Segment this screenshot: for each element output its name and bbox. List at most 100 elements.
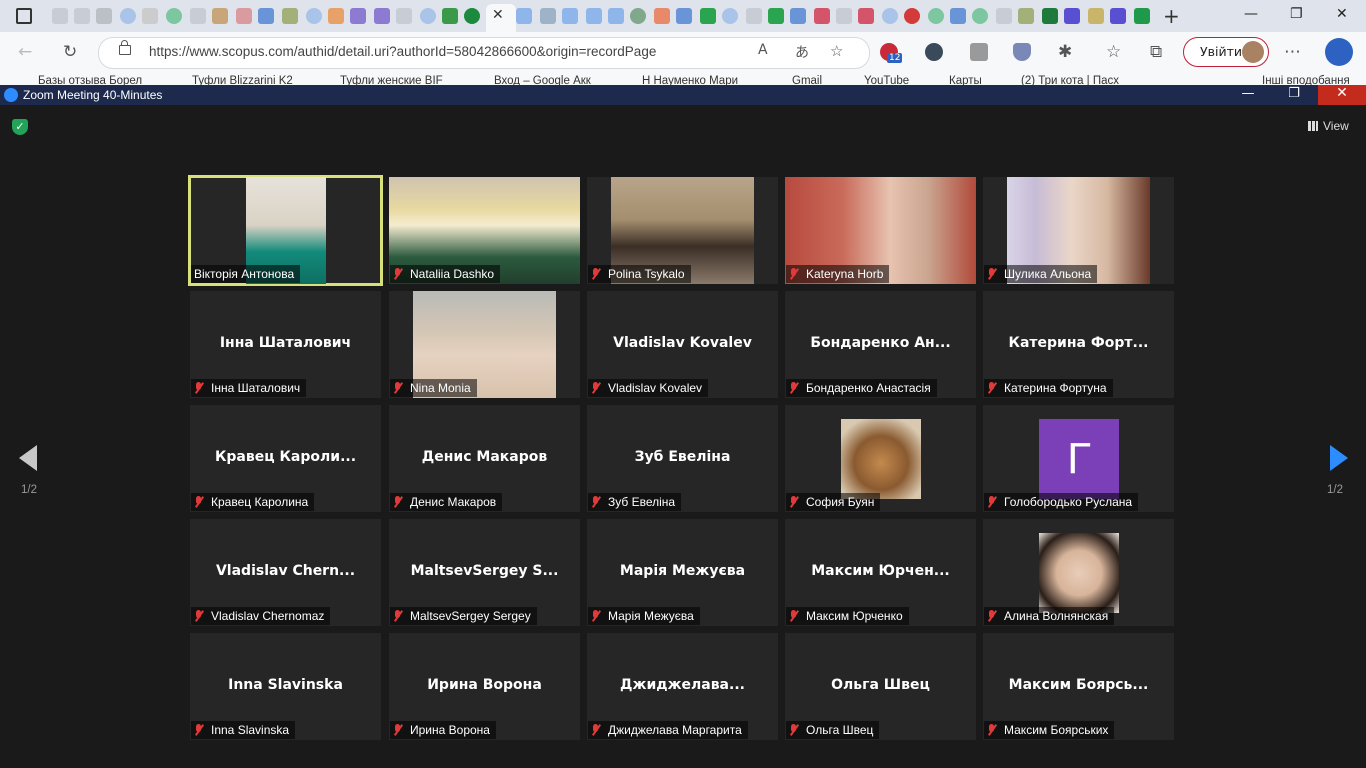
- tab-favicon[interactable]: [904, 8, 920, 24]
- tab-favicon[interactable]: [142, 8, 158, 24]
- view-button[interactable]: View: [1308, 119, 1349, 133]
- participant-tile[interactable]: Джиджелава... Джиджелава Маргарита: [587, 633, 778, 740]
- participant-tile[interactable]: Шулика Альона: [983, 177, 1174, 284]
- tab-favicon[interactable]: [654, 8, 670, 24]
- tab-favicon[interactable]: [442, 8, 458, 24]
- extension-icon[interactable]: [970, 43, 988, 61]
- read-aloud-icon[interactable]: A: [758, 42, 768, 58]
- tab-favicon[interactable]: [1134, 8, 1150, 24]
- participant-tile[interactable]: Vladislav Kovalev Vladislav Kovalev: [587, 291, 778, 398]
- bing-copilot-icon[interactable]: [1325, 38, 1353, 66]
- participant-tile[interactable]: Nataliia Dashko: [389, 177, 580, 284]
- tab-favicon[interactable]: [282, 8, 298, 24]
- bookmark-item[interactable]: (2) Три кота | Пасх: [1021, 75, 1119, 85]
- participant-tile[interactable]: София Буян: [785, 405, 976, 512]
- tab-favicon[interactable]: [350, 8, 366, 24]
- tab-favicon[interactable]: [814, 8, 830, 24]
- tab-favicon[interactable]: [374, 8, 390, 24]
- participant-tile[interactable]: Inna Slavinska Inna Slavinska: [190, 633, 381, 740]
- bookmark-item[interactable]: Н Науменко Мари: [642, 75, 738, 85]
- tab-favicon[interactable]: [1042, 8, 1058, 24]
- tab-favicon[interactable]: [768, 8, 784, 24]
- bookmark-item[interactable]: Вход – Google Акк: [494, 75, 591, 85]
- participant-tile[interactable]: Алина Волнянская: [983, 519, 1174, 626]
- shield-extension-icon[interactable]: [1013, 43, 1031, 61]
- tab-favicon[interactable]: [52, 8, 68, 24]
- bookmark-item[interactable]: Карты: [949, 75, 982, 85]
- extensions-icon[interactable]: ✱: [1058, 42, 1072, 62]
- tab-favicon[interactable]: [420, 8, 436, 24]
- restore-window-icon[interactable]: ❐: [1290, 6, 1303, 22]
- more-menu-icon[interactable]: ⋯: [1284, 42, 1301, 62]
- tab-favicon[interactable]: [1088, 8, 1104, 24]
- tab-favicon[interactable]: [950, 8, 966, 24]
- tab-favicon[interactable]: [676, 8, 692, 24]
- refresh-icon[interactable]: ↻: [63, 42, 77, 62]
- tab-favicon[interactable]: [790, 8, 806, 24]
- tab-favicon[interactable]: [258, 8, 274, 24]
- participant-tile[interactable]: Vladislav Chern... Vladislav Chernomaz: [190, 519, 381, 626]
- url-field[interactable]: https://www.scopus.com/authid/detail.uri…: [98, 37, 870, 69]
- tab-favicon[interactable]: [996, 8, 1012, 24]
- translate-icon[interactable]: あ: [795, 42, 809, 62]
- tab-favicon[interactable]: [746, 8, 762, 24]
- tab-actions-icon[interactable]: [16, 8, 32, 24]
- participant-tile[interactable]: Polina Tsykalo: [587, 177, 778, 284]
- participant-tile[interactable]: Максим Юрчен... Максим Юрченко: [785, 519, 976, 626]
- participant-tile[interactable]: Г Голобородько Руслана: [983, 405, 1174, 512]
- bookmark-folder[interactable]: Інші вподобання: [1262, 75, 1350, 85]
- tab-favicon[interactable]: [166, 8, 182, 24]
- participant-tile[interactable]: Катерина Форт... Катерина Фортуна: [983, 291, 1174, 398]
- meeting-security-icon[interactable]: ✓: [12, 119, 28, 135]
- tab-favicon[interactable]: [882, 8, 898, 24]
- participant-tile[interactable]: Nina Monia: [389, 291, 580, 398]
- previous-page-arrow-icon[interactable]: [19, 445, 37, 471]
- tab-favicon[interactable]: [972, 8, 988, 24]
- tab-favicon[interactable]: [190, 8, 206, 24]
- bookmark-item[interactable]: Gmail: [792, 75, 822, 85]
- tab-favicon[interactable]: [396, 8, 412, 24]
- tab-favicon[interactable]: [236, 8, 252, 24]
- add-favorite-icon[interactable]: ☆: [830, 42, 843, 60]
- participant-tile[interactable]: MaltsevSergey S... MaltsevSergey Sergey: [389, 519, 580, 626]
- participant-tile[interactable]: Зуб Евеліна Зуб Евеліна: [587, 405, 778, 512]
- collections-icon[interactable]: ⧉: [1150, 42, 1162, 62]
- bookmark-item[interactable]: Туфли женские BIF: [340, 75, 443, 85]
- url-text[interactable]: https://www.scopus.com/authid/detail.uri…: [149, 44, 656, 59]
- tab-favicon[interactable]: [1064, 8, 1080, 24]
- tab-favicon[interactable]: [328, 8, 344, 24]
- participant-tile[interactable]: Kateryna Horb: [785, 177, 976, 284]
- tab-favicon[interactable]: [722, 8, 738, 24]
- tab-favicon[interactable]: [540, 8, 556, 24]
- tab-favicon[interactable]: [212, 8, 228, 24]
- tab-favicon[interactable]: [562, 8, 578, 24]
- back-icon[interactable]: ←: [18, 42, 32, 62]
- tab-favicon[interactable]: [858, 8, 874, 24]
- tab-favicon[interactable]: [464, 8, 480, 24]
- close-window-icon[interactable]: ✕: [1336, 6, 1348, 22]
- participant-tile[interactable]: Денис Макаров Денис Макаров: [389, 405, 580, 512]
- close-tab-icon[interactable]: ✕: [492, 7, 504, 23]
- tab-favicon[interactable]: [96, 8, 112, 24]
- tab-favicon[interactable]: [700, 8, 716, 24]
- tab-favicon[interactable]: [516, 8, 532, 24]
- participant-tile[interactable]: Ирина Ворона Ирина Ворона: [389, 633, 580, 740]
- tab-favicon[interactable]: [836, 8, 852, 24]
- tab-favicon[interactable]: [630, 8, 646, 24]
- participant-tile[interactable]: Марія Межуєва Марія Межуєва: [587, 519, 778, 626]
- zoom-close-icon[interactable]: ✕: [1318, 85, 1366, 105]
- tab-favicon[interactable]: [120, 8, 136, 24]
- bookmark-item[interactable]: Туфли Blizzarini K2: [192, 75, 293, 85]
- favorites-icon[interactable]: ☆: [1106, 42, 1121, 62]
- bookmark-item[interactable]: Базы отзыва Борел: [38, 75, 142, 85]
- participant-tile[interactable]: Ольга Швец Ольга Швец: [785, 633, 976, 740]
- tab-favicon[interactable]: [1018, 8, 1034, 24]
- participant-tile[interactable]: Бондаренко Ан... Бондаренко Анастасія: [785, 291, 976, 398]
- zoom-restore-icon[interactable]: ❐: [1274, 86, 1314, 101]
- login-button[interactable]: Увійти: [1183, 37, 1269, 67]
- minimize-window-icon[interactable]: —: [1244, 6, 1258, 22]
- participant-tile-active-speaker[interactable]: Вікторія Антонова: [188, 175, 383, 286]
- participant-tile[interactable]: Максим Боярсь... Максим Боярських: [983, 633, 1174, 740]
- tab-favicon[interactable]: [586, 8, 602, 24]
- new-tab-icon[interactable]: +: [1163, 4, 1180, 28]
